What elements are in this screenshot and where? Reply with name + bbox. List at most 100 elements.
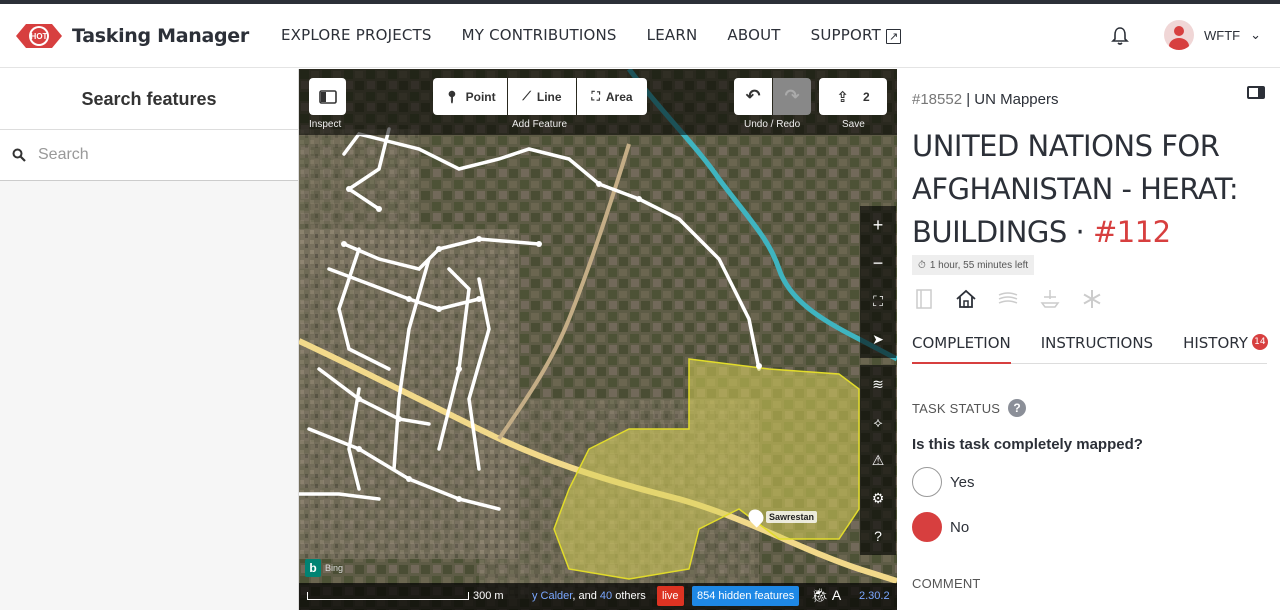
tab-history[interactable]: HISTORY 14 [1183,334,1268,364]
map-footer: 300 m y Calder, and 40 others live 854 h… [299,583,897,610]
app-header: HOT Tasking Manager EXPLORE PROJECTS MY … [0,4,1280,68]
chevron-down-icon: ⌄ [1250,27,1261,42]
attribution-and: , and [572,590,600,602]
help-icon: ? [874,528,882,544]
map-editor[interactable]: Inspect 📍︎ Point ⟋ Line ⛶ Area Add Feature … [299,69,897,610]
history-count-badge: 14 [1251,334,1268,350]
upload-icon: ⇪ [836,88,849,106]
save-button[interactable]: ⇪ 2 [819,78,887,115]
radio-no-circle[interactable] [912,512,942,542]
josm-icon[interactable] [1038,287,1062,311]
project-id-link[interactable]: #18552 [912,91,962,108]
inspect-button[interactable] [309,78,346,115]
project-title: UNITED NATIONS FOR AFGHANISTAN - HERAT: … [912,125,1272,254]
issues-button[interactable]: ⚠ [860,441,896,479]
tab-instructions[interactable]: INSTRUCTIONS [1041,334,1153,364]
radio-no-label: No [950,518,970,536]
editor-selector [912,287,1104,311]
nav-explore-projects[interactable]: EXPLORE PROJECTS [281,26,432,44]
version-link[interactable]: 2.30.2 [859,590,890,602]
save-label: Save [842,119,865,130]
preferences-button[interactable]: ⚙ [860,479,896,517]
avatar [1164,20,1194,50]
time-left-text: 1 hour, 55 minutes left [929,259,1029,271]
zoom-to-icon: ⛶ [873,292,883,309]
live-badge: live [657,586,684,606]
panel-title: Search features [0,69,298,130]
scale-label: 300 m [473,590,504,602]
issues-info-icon[interactable]: 🐞︎ A [811,587,841,604]
layers-icon: ≋ [872,375,884,392]
search-input[interactable] [38,146,278,164]
radio-no[interactable]: No [912,512,969,542]
inspect-label: Inspect [309,119,342,130]
comment-label: COMMENT [912,576,981,591]
app-logo[interactable]: HOT Tasking Manager [14,20,249,52]
scale-bar[interactable] [307,592,469,600]
attribution-others: others [612,590,646,602]
poi-marker[interactable]: Sawrestan [745,506,818,528]
nav-my-contributions[interactable]: MY CONTRIBUTIONS [462,26,617,44]
location-arrow-icon: ➤ [872,330,884,347]
panel-controls: ≋ ⟡ ⚠ ⚙ ? [860,365,896,555]
warning-icon: ⚠ [871,451,885,468]
asterisk-icon[interactable] [1080,287,1104,311]
hidden-features-badge[interactable]: 854 hidden features [692,586,800,606]
toggle-panel-icon[interactable] [1247,86,1265,99]
home-icon[interactable] [954,287,978,311]
zoom-to-selection-button[interactable]: ⛶ [860,282,896,320]
plus-icon: + [872,214,884,235]
bing-label: Bing [325,563,344,573]
redo-button[interactable]: ↷ [773,78,811,115]
tab-completion[interactable]: COMPLETION [912,334,1011,364]
id-editor-icon[interactable] [912,287,936,311]
nav-support[interactable]: SUPPORT ↗ [811,26,902,44]
help-circle-icon[interactable]: ? [1008,399,1027,417]
background-button[interactable]: ≋ [860,365,896,403]
line-icon: ⟋ [522,89,531,103]
geolocate-button[interactable]: ➤ [860,320,896,358]
help-button[interactable]: ? [860,517,896,555]
minus-icon: − [872,252,884,273]
nav-about[interactable]: ABOUT [727,26,780,44]
imagery-attribution: b Bing [305,559,343,577]
username: WFTF [1204,27,1241,43]
stopwatch-icon: ⏱ [918,259,926,271]
completion-question: Is this task completely mapped? [912,436,1143,453]
poi-label: Sawrestan [766,511,818,523]
notifications-bell-icon[interactable] [1110,26,1130,46]
add-line-label: Line [536,89,562,104]
add-point-button[interactable]: 📍︎ Point [433,78,507,115]
zoom-out-button[interactable]: − [860,244,896,282]
poi-pin-icon [745,506,767,528]
logo-badge-text: HOT [31,32,48,41]
task-status-heading: TASK STATUS ? [912,399,1027,417]
feature-search-panel: Search features [0,69,299,610]
hot-logo-icon: HOT [14,20,64,52]
save-count: 2 [862,89,870,104]
task-tabs: COMPLETION INSTRUCTIONS HISTORY 14 [912,334,1268,364]
contributor-link[interactable]: y Calder [532,590,572,602]
add-line-button[interactable]: ⟋ Line [508,78,576,115]
app-title: Tasking Manager [72,25,249,47]
undo-button[interactable]: ↶ [734,78,772,115]
nav-learn[interactable]: LEARN [647,26,698,44]
undo-redo-label: Undo / Redo [744,119,801,130]
add-point-label: Point [465,89,496,104]
radio-yes[interactable]: Yes [912,467,974,497]
zoom-in-button[interactable]: + [860,206,896,244]
layers-stack-icon[interactable] [996,287,1020,311]
contributor-count-link[interactable]: 40 [600,590,612,602]
bing-logo-icon: b [305,559,321,577]
user-menu[interactable]: WFTF ⌄ [1164,20,1261,50]
project-info: #18552 | UN Mappers [912,91,1059,108]
project-title-text: UNITED NATIONS FOR AFGHANISTAN - HERAT: … [912,129,1239,249]
search-row [0,130,298,181]
task-number: #112 [1092,215,1171,249]
map-data-button[interactable]: ⟡ [860,403,896,441]
satellite-imagery [299,69,897,610]
radio-yes-circle[interactable] [912,467,942,497]
add-area-button[interactable]: ⛶ Area [577,78,647,115]
main-nav: EXPLORE PROJECTS MY CONTRIBUTIONS LEARN … [281,26,902,44]
external-link-icon: ↗ [885,29,902,44]
